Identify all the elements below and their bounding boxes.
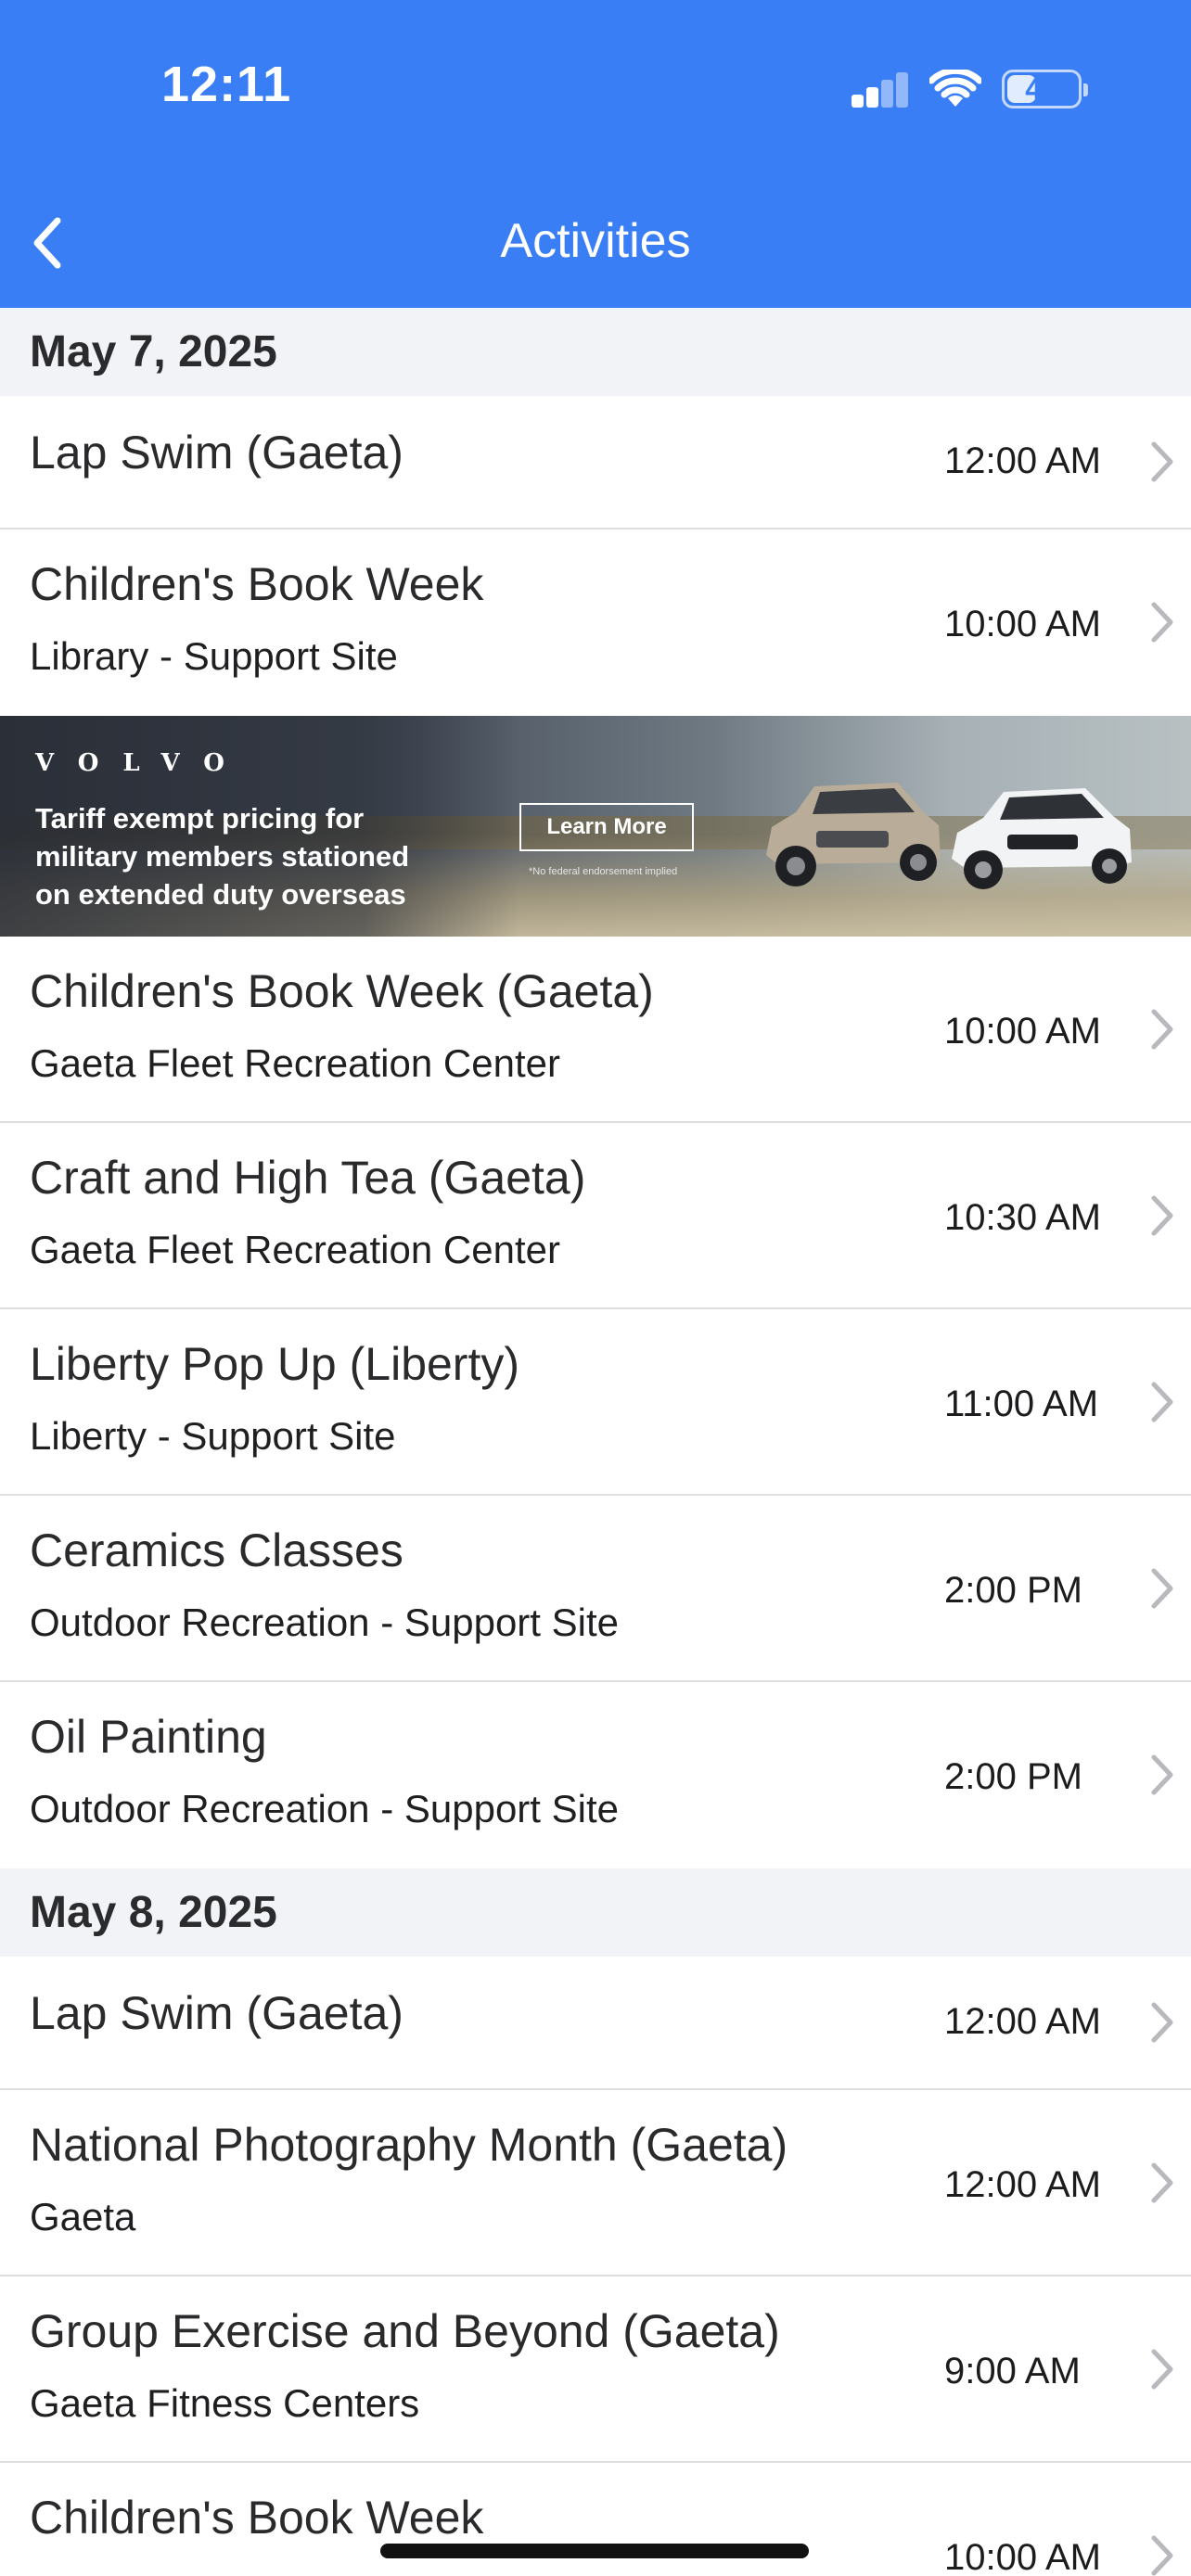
activity-row[interactable]: Liberty Pop Up (Liberty) Liberty - Suppo… bbox=[0, 1309, 1191, 1496]
car-image bbox=[952, 788, 1132, 889]
activity-time: 11:00 AM bbox=[944, 1384, 1099, 1424]
chevron-right-icon bbox=[1151, 1195, 1173, 1236]
activity-row[interactable]: Group Exercise and Beyond (Gaeta) Gaeta … bbox=[0, 2276, 1191, 2463]
activity-title: Oil Painting bbox=[30, 1711, 267, 1763]
activity-time: 10:00 AM bbox=[944, 2537, 1102, 2576]
home-indicator[interactable] bbox=[380, 2544, 809, 2558]
chevron-right-icon bbox=[1151, 1568, 1173, 1609]
activity-location: Library - Support Site bbox=[30, 634, 398, 678]
activity-row[interactable]: Lap Swim (Gaeta) 12:00 AM bbox=[0, 1957, 1191, 2090]
ad-copy-line: on extended duty overseas bbox=[35, 878, 406, 911]
activity-title: Lap Swim (Gaeta) bbox=[30, 427, 403, 478]
chevron-right-icon bbox=[1151, 1009, 1173, 1050]
ad-copy: Tariff exempt pricing for military membe… bbox=[35, 799, 480, 913]
activity-time: 12:00 AM bbox=[944, 2001, 1102, 2042]
battery-icon: 42 bbox=[1002, 70, 1088, 108]
activity-row[interactable]: Oil Painting Outdoor Recreation - Suppor… bbox=[0, 1682, 1191, 1868]
activity-title: Children's Book Week bbox=[30, 2492, 484, 2544]
activity-location: Outdoor Recreation - Support Site bbox=[30, 1600, 620, 1644]
activity-title: Liberty Pop Up (Liberty) bbox=[30, 1338, 520, 1390]
activity-time: 2:00 PM bbox=[944, 1570, 1082, 1611]
activity-row[interactable]: Children's Book Week 10:00 AM bbox=[0, 2463, 1191, 2576]
section-header-date: May 7, 2025 bbox=[0, 308, 1191, 396]
wifi-icon bbox=[929, 70, 981, 108]
activity-title: Children's Book Week (Gaeta) bbox=[30, 965, 654, 1017]
chevron-right-icon bbox=[1151, 2002, 1173, 2043]
activity-title: Ceramics Classes bbox=[30, 1524, 403, 1576]
chevron-right-icon bbox=[1151, 441, 1173, 482]
section-header-date: May 8, 2025 bbox=[0, 1868, 1191, 1957]
chevron-right-icon bbox=[1151, 602, 1173, 643]
page-title: Activities bbox=[500, 214, 691, 268]
activity-time: 10:00 AM bbox=[944, 604, 1102, 644]
app-header: 12:11 42 Activities bbox=[0, 0, 1191, 308]
learn-more-button[interactable]: Learn More bbox=[519, 803, 694, 851]
activity-row[interactable]: Lap Swim (Gaeta) 12:00 AM bbox=[0, 396, 1191, 529]
activity-location: Liberty - Support Site bbox=[30, 1414, 396, 1458]
activity-row[interactable]: Craft and High Tea (Gaeta) Gaeta Fleet R… bbox=[0, 1123, 1191, 1309]
activity-row[interactable]: Children's Book Week Library - Support S… bbox=[0, 529, 1191, 716]
activity-time: 9:00 AM bbox=[944, 2351, 1081, 2391]
activity-row[interactable]: National Photography Month (Gaeta) Gaeta… bbox=[0, 2090, 1191, 2276]
activity-title: Group Exercise and Beyond (Gaeta) bbox=[30, 2305, 780, 2357]
car-image bbox=[766, 783, 941, 886]
activity-time: 10:30 AM bbox=[944, 1197, 1102, 1238]
activity-time: 2:00 PM bbox=[944, 1756, 1082, 1797]
chevron-right-icon bbox=[1151, 1382, 1173, 1422]
status-time: 12:11 bbox=[161, 57, 292, 112]
volvo-logo: VOLVO bbox=[35, 749, 249, 777]
activity-location: Gaeta Fitness Centers bbox=[30, 2381, 420, 2425]
activity-location: Gaeta Fleet Recreation Center bbox=[30, 1041, 560, 1085]
chevron-right-icon bbox=[1151, 2162, 1173, 2203]
activity-location: Gaeta bbox=[30, 2195, 136, 2238]
activity-location: Gaeta Fleet Recreation Center bbox=[30, 1228, 560, 1271]
activity-title: Craft and High Tea (Gaeta) bbox=[30, 1152, 586, 1204]
volvo-ad-banner[interactable]: VOLVO Tariff exempt pricing for military… bbox=[0, 716, 1191, 937]
cellular-signal-icon bbox=[852, 70, 909, 108]
ad-copy-line: Tariff exempt pricing for bbox=[35, 802, 365, 835]
activities-list: May 7, 2025 Lap Swim (Gaeta) 12:00 AM Ch… bbox=[0, 308, 1191, 2576]
activity-title: National Photography Month (Gaeta) bbox=[30, 2119, 788, 2171]
activity-time: 12:00 AM bbox=[944, 2164, 1102, 2205]
chevron-right-icon bbox=[1151, 1754, 1173, 1795]
ad-copy-line: military members stationed bbox=[35, 840, 410, 873]
activity-time: 12:00 AM bbox=[944, 440, 1102, 481]
activity-location: Outdoor Recreation - Support Site bbox=[30, 1787, 620, 1830]
ad-disclaimer: *No federal endorsement implied bbox=[529, 866, 678, 877]
activity-time: 10:00 AM bbox=[944, 1011, 1102, 1052]
activity-row[interactable]: Ceramics Classes Outdoor Recreation - Su… bbox=[0, 1496, 1191, 1682]
activity-title: Children's Book Week bbox=[30, 558, 484, 610]
activity-row[interactable]: Children's Book Week (Gaeta) Gaeta Fleet… bbox=[0, 937, 1191, 1123]
chevron-right-icon bbox=[1151, 2535, 1173, 2576]
status-icons: 42 bbox=[852, 69, 1088, 109]
battery-percentage: 42 bbox=[1025, 71, 1058, 106]
chevron-right-icon bbox=[1151, 2349, 1173, 2390]
activity-title: Lap Swim (Gaeta) bbox=[30, 1987, 403, 2039]
